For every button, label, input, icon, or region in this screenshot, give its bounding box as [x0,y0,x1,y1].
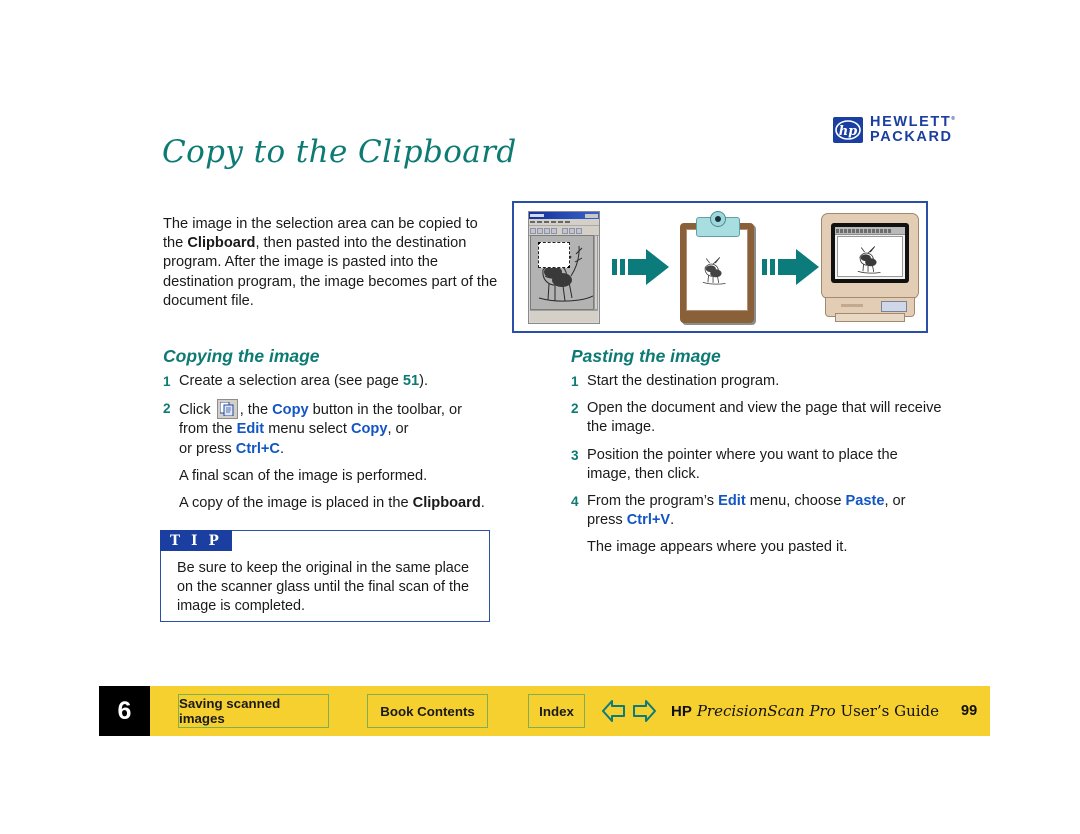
hp-mark-icon: hp [833,116,863,143]
hp-wordmark-line2: PACKARD [870,128,953,145]
tip-badge: T I P [160,530,232,551]
step-text: From the program’s Edit menu, choose Pas… [587,492,943,530]
flow-arrow-2-icon [762,247,820,287]
svg-text:hp: hp [839,124,858,139]
page-cross-reference[interactable]: 51 [403,373,419,389]
computer-monitor-graphic [821,213,919,323]
document-page: hp HEWLETT PACKARD Copy to the Clipboard… [0,0,1080,834]
step4-choose: menu, choose [745,493,846,510]
arrow-right-icon[interactable] [632,700,657,722]
footer-guide-title: HP PrecisionScan Pro User’s Guide [671,702,939,721]
paste-menu-reference: Paste [845,493,885,510]
step2-the-label: , the [239,402,273,419]
step-text-pre: Create a selection area (see page [179,373,403,389]
step-number: 1 [163,374,171,389]
list-item: 1 Create a selection area (see page 51). [163,372,508,391]
footer-nav-arrows [601,700,657,722]
edit-menu-reference: Edit [236,421,265,438]
workflow-illustration [512,201,928,333]
step-text: Start the destination program. [587,373,780,389]
step2-click-label: Click [179,402,215,419]
step-text: Position the pointer where you want to p… [587,446,898,482]
flow-arrow-1-icon [612,247,670,287]
page-title: Copy to the Clipboard [162,134,517,170]
step-text: Open the document and view the page that… [587,400,942,436]
footer-button-index[interactable]: Index [528,694,585,728]
copy-button-reference: Copy [272,402,309,419]
clipboard-graphic [680,211,754,323]
copying-note2-pre: A copy of the image is placed in the [179,495,413,512]
footer-page-number: 99 [961,703,978,719]
shortcut-ctrl-v: Ctrl+V [626,512,671,529]
clipboard-term: Clipboard [412,495,481,512]
footer-button-book-contents[interactable]: Book Contents [367,694,488,728]
edit-menu-reference: Edit [718,493,746,510]
step-number: 4 [571,494,579,510]
section-heading-copying: Copying the image [163,346,320,366]
list-item: 4 From the program’s Edit menu, choose P… [571,492,943,530]
page-footer: 6 Saving scanned images Book Contents In… [99,686,990,736]
step-text: Click , the Copy button in the toolbar, … [179,399,508,459]
shortcut-ctrl-c: Ctrl+C [235,440,280,457]
step2-period: . [279,440,285,457]
step4-period: . [670,512,675,529]
list-item: 2 Click , the Copy button in the toolbar… [163,399,508,459]
arrow-left-icon[interactable] [601,700,626,722]
intro-bold-clipboard: Clipboard [187,235,256,251]
footer-guide-label: User’s Guide [835,701,940,720]
selection-area-marquee [538,242,570,268]
pasting-steps-list: 1 Start the destination program. 2 Open … [571,372,943,566]
step2-select-label: menu select [264,421,351,438]
chapter-number-badge: 6 [99,686,150,736]
footer-button-saving-scanned-images[interactable]: Saving scanned images [178,694,329,728]
list-item: 3 Position the pointer where you want to… [571,446,943,484]
copying-note-final-scan: A final scan of the image is performed. [179,467,428,484]
step-text-post: ). [419,373,429,389]
step-text: Create a selection area (see page 51). [179,372,508,391]
copying-note-clipboard: A copy of the image is placed in the Cli… [179,494,508,513]
step-number: 2 [571,401,579,417]
footer-brand: HP [671,702,692,720]
step-number: 3 [571,447,579,463]
list-item: 1 Start the destination program. [571,372,943,391]
copy-icon[interactable] [216,399,238,420]
copying-note2-post: . [480,495,485,512]
intro-paragraph: The image in the selection area can be c… [163,215,499,312]
copy-menu-reference: Copy [350,421,388,438]
section-heading-pasting: Pasting the image [571,346,721,366]
copying-steps-list: 1 Create a selection area (see page 51).… [163,372,508,521]
tip-text: Be sure to keep the original in the same… [177,560,469,615]
step2-press-label: or press [179,440,236,457]
footer-product-name: PrecisionScan Pro [696,701,836,720]
hp-wordmark-line1: HEWLETT [870,115,955,130]
hp-logo: hp HEWLETT PACKARD [833,115,955,145]
pasting-note: The image appears where you pasted it. [587,539,848,556]
step-number: 1 [571,374,579,389]
list-item: 2 Open the document and view the page th… [571,399,943,437]
step-number: 2 [163,401,171,417]
scanner-window-graphic [528,211,600,324]
tip-callout-box: T I P Be sure to keep the original in th… [160,530,490,622]
step4-pre: From the program’s [587,493,719,510]
step2-from-label: from the [179,421,237,438]
footer-nav-bar: Saving scanned images Book Contents Inde… [150,686,990,736]
step2-toolbar-label: button in the toolbar, or [308,402,462,419]
step2-or-label: , or [387,421,409,438]
